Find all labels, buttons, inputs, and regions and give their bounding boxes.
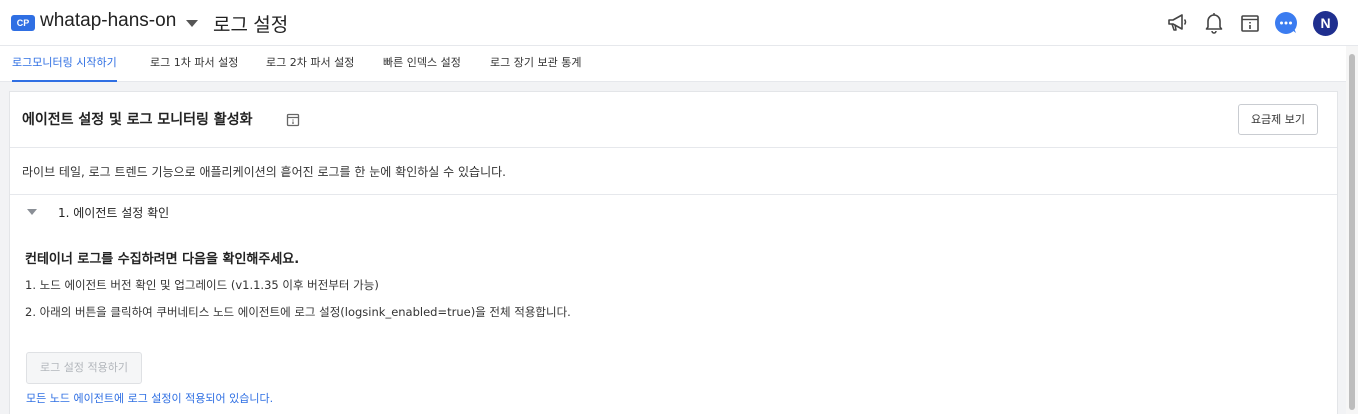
tab-log-archive-stats[interactable]: 로그 장기 보관 통계: [490, 46, 581, 82]
tab-start-log-monitoring[interactable]: 로그모니터링 시작하기: [12, 46, 117, 82]
instructions-heading: 컨테이너 로그를 수집하려면 다음을 확인해주세요.: [25, 252, 300, 267]
agent-setup-card: 에이전트 설정 및 로그 모니터링 활성화 요금제 보기 라이브 테일, 로그 …: [9, 91, 1338, 414]
project-selector[interactable]: whatap-hans-on: [40, 10, 176, 32]
document-icon[interactable]: [286, 112, 300, 127]
card-header: 에이전트 설정 및 로그 모니터링 활성화 요금제 보기: [10, 92, 1337, 148]
apply-log-settings-button[interactable]: 로그 설정 적용하기: [26, 352, 142, 384]
megaphone-icon[interactable]: [1166, 11, 1190, 35]
top-header: CP whatap-hans-on 로그 설정 N: [0, 0, 1358, 46]
card-description: 라이브 테일, 로그 트렌드 기능으로 애플리케이션의 흩어진 로그를 한 눈에…: [22, 165, 506, 179]
chevron-down-icon[interactable]: [186, 20, 198, 27]
page-title: 로그 설정: [213, 15, 289, 36]
tab-bar: 로그모니터링 시작하기 로그 1차 파서 설정 로그 2차 파서 설정 빠른 인…: [0, 46, 1358, 82]
bell-icon[interactable]: [1202, 11, 1226, 35]
tab-log-parser-1[interactable]: 로그 1차 파서 설정: [150, 46, 238, 82]
info-panel-icon[interactable]: [1238, 11, 1262, 35]
card-title: 에이전트 설정 및 로그 모니터링 활성화: [22, 112, 253, 128]
step-title[interactable]: 1. 에이전트 설정 확인: [58, 204, 169, 221]
project-type-badge: CP: [11, 15, 35, 31]
instruction-line-2: 2. 아래의 버튼을 클릭하여 쿠버네티스 노드 에이전트에 로그 설정(log…: [25, 305, 571, 319]
status-note: 모든 노드 에이전트에 로그 설정이 적용되어 있습니다.: [26, 392, 274, 405]
tab-log-parser-2[interactable]: 로그 2차 파서 설정: [266, 46, 354, 82]
collapse-caret-icon[interactable]: [27, 209, 37, 215]
scrollbar-thumb[interactable]: [1349, 54, 1355, 410]
avatar[interactable]: N: [1313, 11, 1338, 36]
view-pricing-button[interactable]: 요금제 보기: [1238, 104, 1318, 135]
chat-icon[interactable]: [1274, 11, 1298, 35]
instruction-line-1: 1. 노드 에이전트 버전 확인 및 업그레이드 (v1.1.35 이후 버전부…: [25, 278, 379, 292]
divider: [10, 194, 1337, 195]
tab-fast-index[interactable]: 빠른 인덱스 설정: [383, 46, 461, 82]
